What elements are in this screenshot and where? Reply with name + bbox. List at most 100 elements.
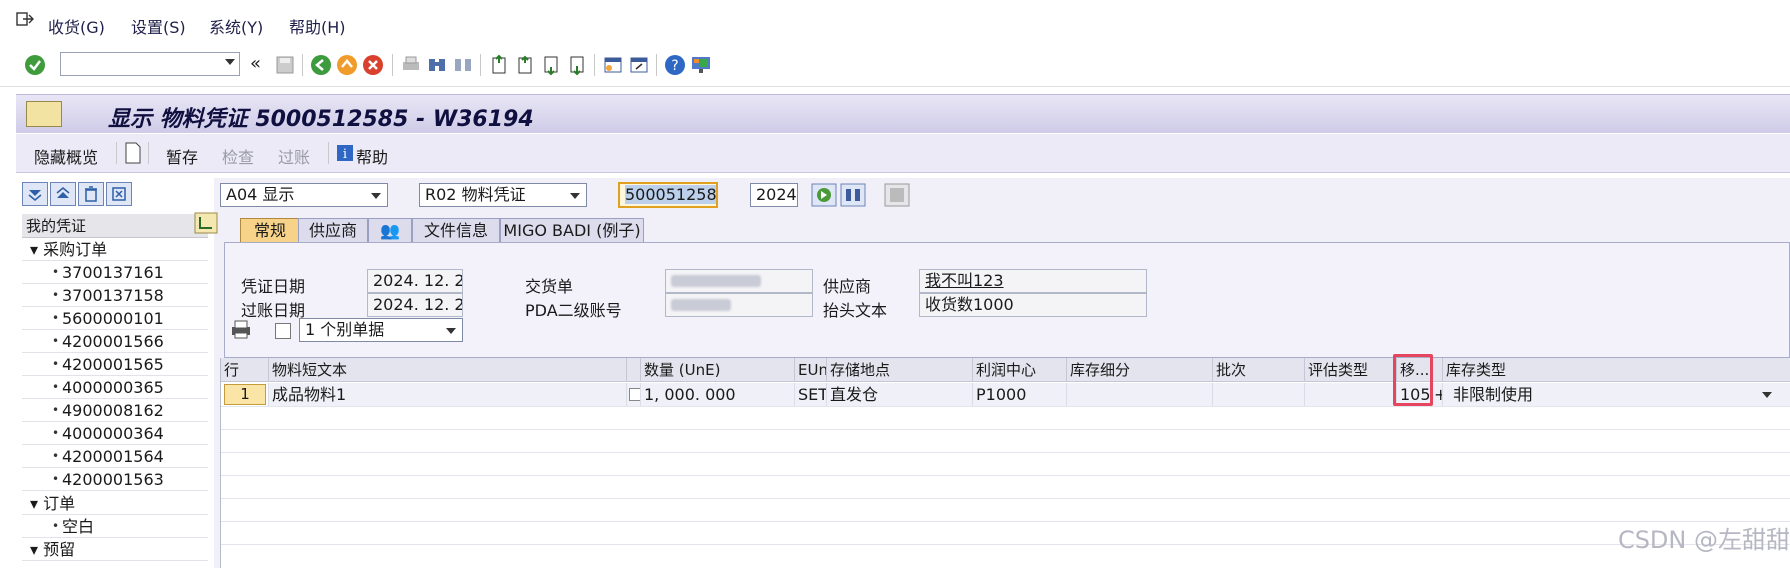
transaction-icon[interactable] xyxy=(26,101,62,127)
tree-item[interactable]: 4200001563 xyxy=(22,468,208,491)
tree-item[interactable]: 4200001564 xyxy=(22,445,208,468)
enter-check-icon[interactable] xyxy=(24,54,46,76)
exit-up-icon[interactable] xyxy=(336,54,358,76)
cell-stock-type[interactable]: 非限制使用 xyxy=(1443,383,1790,406)
cell-flag[interactable] xyxy=(627,383,641,406)
tree-item[interactable]: 3700137161 xyxy=(22,261,208,284)
col-header-flag[interactable] xyxy=(627,358,641,382)
tree-group-purchase-order[interactable]: ▾ 采购订单 xyxy=(22,238,208,261)
tree-group-reservation[interactable]: ▾ 预留 xyxy=(22,538,208,561)
tree-item[interactable]: 5600000101 xyxy=(22,307,208,330)
info-icon[interactable]: i xyxy=(336,144,354,162)
item-checkbox[interactable] xyxy=(629,388,640,401)
cell-storage-location[interactable]: 直发仓 xyxy=(827,383,973,406)
tree-item[interactable]: 4200001565 xyxy=(22,353,208,376)
new-document-icon[interactable] xyxy=(124,142,142,164)
prev-page-icon[interactable] xyxy=(514,54,536,76)
pda-account-field[interactable] xyxy=(665,293,813,317)
cell-material-text[interactable]: 成品物料1 xyxy=(269,383,627,406)
tab-partners[interactable]: 👥 xyxy=(368,218,412,242)
layout-icon[interactable] xyxy=(690,54,712,76)
delete-button[interactable] xyxy=(78,182,104,206)
collapse-icon[interactable]: « xyxy=(250,53,261,74)
post-button[interactable]: 过账 xyxy=(278,144,310,168)
table-row-line[interactable]: 1 xyxy=(221,383,269,406)
close-overview-button[interactable] xyxy=(106,182,132,206)
tab-document-info[interactable]: 文件信息 xyxy=(412,218,500,242)
delivery-note-field[interactable] xyxy=(665,269,813,293)
chevron-down-icon[interactable] xyxy=(446,328,456,334)
col-header-storage-location[interactable]: 存储地点 xyxy=(827,358,973,382)
col-header-batch[interactable]: 批次 xyxy=(1213,358,1305,382)
next-page-icon[interactable] xyxy=(540,54,562,76)
save-icon[interactable] xyxy=(274,54,296,76)
command-field[interactable] xyxy=(60,52,240,76)
find-next-icon[interactable] xyxy=(452,54,474,76)
menu-settings[interactable]: 设置(S) xyxy=(131,14,186,38)
print-checkbox[interactable] xyxy=(275,323,291,339)
doc-date-field[interactable]: 2024. 12. 25 xyxy=(367,269,463,293)
search-icon[interactable] xyxy=(840,183,866,207)
tree-item[interactable]: 4900008162 xyxy=(22,399,208,422)
col-header-line[interactable]: 行 xyxy=(221,358,269,382)
vendor-field[interactable]: 我不叫123 xyxy=(919,269,1147,293)
tab-general[interactable]: 常规 xyxy=(240,218,300,242)
tab-vendor[interactable]: 供应商 xyxy=(298,218,368,242)
hide-overview-button[interactable]: 隐藏概览 xyxy=(34,144,98,168)
col-header-stock-segment[interactable]: 库存细分 xyxy=(1067,358,1213,382)
post-date-field[interactable]: 2024. 12. 25 xyxy=(367,293,463,317)
cell-profit-center[interactable]: P1000 xyxy=(973,383,1067,406)
cell-stock-segment[interactable] xyxy=(1067,383,1213,406)
header-text-field[interactable]: 收货数1000 xyxy=(919,293,1147,317)
col-header-unit[interactable]: EUn xyxy=(795,358,827,382)
year-input[interactable]: 2024 xyxy=(750,183,798,207)
col-header-valuation-type[interactable]: 评估类型 xyxy=(1305,358,1397,382)
col-header-stock-type[interactable]: 库存类型 xyxy=(1443,358,1790,382)
cell-quantity[interactable]: 1, 000. 000 xyxy=(641,383,795,406)
cell-unit[interactable]: SET xyxy=(795,383,827,406)
exit-icon[interactable] xyxy=(16,12,34,26)
new-session-icon[interactable] xyxy=(602,54,624,76)
cell-batch[interactable] xyxy=(1213,383,1305,406)
header-text-label: 抬头文本 xyxy=(823,301,888,320)
col-header-profit-center[interactable]: 利润中心 xyxy=(973,358,1067,382)
tree-item[interactable]: 空白 xyxy=(22,515,208,538)
help-button[interactable]: 帮助 xyxy=(356,144,388,168)
menu-system[interactable]: 系统(Y) xyxy=(209,14,263,38)
shortcut-icon[interactable] xyxy=(628,54,650,76)
col-header-material-text[interactable]: 物料短文本 xyxy=(269,358,627,382)
chevron-down-icon[interactable] xyxy=(371,193,381,199)
cancel-icon[interactable] xyxy=(362,54,384,76)
find-icon[interactable] xyxy=(426,54,448,76)
collapse-all-button[interactable] xyxy=(50,182,76,206)
cell-valuation-type[interactable] xyxy=(1305,383,1397,406)
help-icon[interactable]: ? xyxy=(664,54,686,76)
tab-migo-badi[interactable]: MIGO BADI (例子) xyxy=(500,218,644,242)
first-page-icon[interactable] xyxy=(488,54,510,76)
print-option-select[interactable]: 1 个别单据 xyxy=(299,318,463,342)
print-icon[interactable] xyxy=(229,319,253,339)
chevron-down-icon[interactable] xyxy=(1762,392,1772,398)
tree-item[interactable]: 4000000364 xyxy=(22,422,208,445)
tree-item[interactable]: 4000000365 xyxy=(22,376,208,399)
chevron-down-icon[interactable] xyxy=(225,59,235,65)
reference-select[interactable]: R02 物料凭证 xyxy=(419,183,587,207)
chevron-down-icon[interactable] xyxy=(570,193,580,199)
expand-all-button[interactable] xyxy=(22,182,48,206)
menu-help[interactable]: 帮助(H) xyxy=(289,14,346,38)
print-icon[interactable] xyxy=(400,54,422,76)
menu-goods-receipt[interactable]: 收货(G) xyxy=(48,14,105,38)
col-header-quantity[interactable]: 数量 (UnE) xyxy=(641,358,795,382)
action-select[interactable]: A04 显示 xyxy=(220,183,388,207)
detail-toggle-icon[interactable] xyxy=(194,212,218,234)
calculator-icon[interactable] xyxy=(884,183,910,207)
check-button[interactable]: 检查 xyxy=(222,144,254,168)
tree-item[interactable]: 4200001566 xyxy=(22,330,208,353)
tree-group-order[interactable]: ▾ 订单 xyxy=(22,492,208,515)
document-number-input[interactable]: 5000512585 xyxy=(618,182,718,208)
back-icon[interactable] xyxy=(310,54,332,76)
hold-button[interactable]: 暂存 xyxy=(166,144,198,168)
tree-item[interactable]: 3700137158 xyxy=(22,284,208,307)
execute-icon[interactable] xyxy=(811,183,837,207)
last-page-icon[interactable] xyxy=(566,54,588,76)
